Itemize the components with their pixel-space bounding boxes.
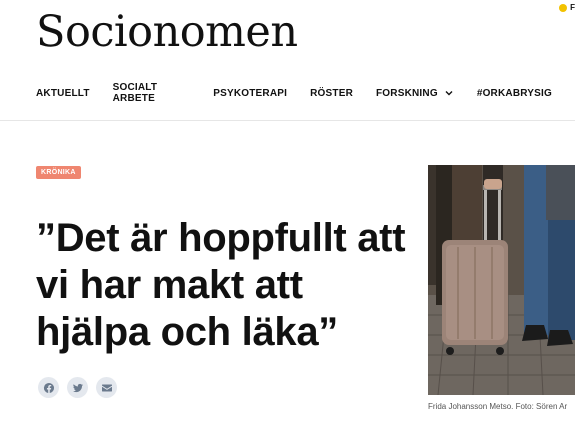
email-icon xyxy=(101,384,112,391)
nav-item-psykoterapi[interactable]: PSYKOTERAPI xyxy=(213,82,287,104)
nav-item-aktuellt[interactable]: AKTUELLT xyxy=(36,82,90,104)
share-facebook-button[interactable] xyxy=(38,377,59,398)
nav-item-forskning[interactable]: FORSKNING xyxy=(376,82,454,104)
chevron-down-icon xyxy=(445,91,453,96)
travelers-with-suitcase-image xyxy=(428,165,575,395)
nav-item-socialt-arbete[interactable]: SOCIALT ARBETE xyxy=(113,82,191,104)
main-nav: AKTUELLT SOCIALT ARBETE PSYKOTERAPI RÖST… xyxy=(36,82,575,104)
share-buttons xyxy=(38,377,117,398)
article-image xyxy=(428,165,575,395)
site-header: Socionomen F AKTUELLT SOCIALT ARBETE PSY… xyxy=(0,0,575,121)
nav-item-orkabrysig[interactable]: #ORKABRYSIG xyxy=(477,82,552,104)
twitter-icon xyxy=(72,383,83,392)
article-title: ”Det är hoppfullt att vi har makt att hj… xyxy=(36,216,406,354)
facebook-icon xyxy=(43,382,54,393)
corner-text: F xyxy=(570,3,575,12)
coin-icon xyxy=(559,3,568,12)
site-logo[interactable]: Socionomen xyxy=(36,4,298,60)
category-tag[interactable]: KRÖNIKA xyxy=(36,166,81,179)
nav-item-roster[interactable]: RÖSTER xyxy=(310,82,353,104)
corner-badge[interactable]: F xyxy=(559,3,575,12)
share-email-button[interactable] xyxy=(96,377,117,398)
share-twitter-button[interactable] xyxy=(67,377,88,398)
image-caption: Frida Johansson Metso. Foto: Sören Ar xyxy=(428,402,568,411)
nav-item-forskning-label: FORSKNING xyxy=(376,87,438,99)
